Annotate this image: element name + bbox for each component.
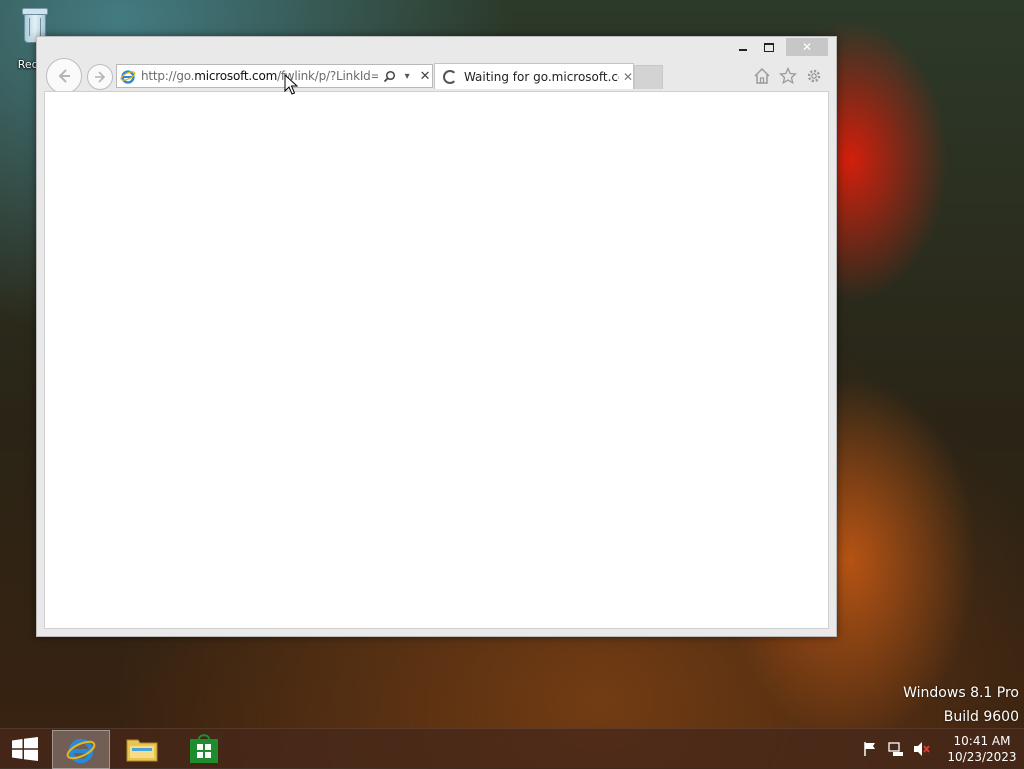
taskbar-file-explorer[interactable] — [114, 730, 170, 767]
stop-button[interactable]: ✕ — [418, 68, 432, 84]
windows-edition: Windows 8.1 Pro — [903, 685, 1019, 701]
page-content-area[interactable] — [44, 91, 829, 629]
home-icon — [754, 67, 770, 84]
favorites-button[interactable] — [778, 66, 798, 86]
tab-title: Waiting for go.microsoft.co... — [463, 69, 619, 84]
minimize-icon — [739, 49, 747, 51]
taskbar-store[interactable] — [176, 730, 232, 767]
browser-toolbar — [752, 66, 824, 86]
volume-button[interactable] — [912, 739, 932, 759]
mouse-cursor-icon — [284, 74, 298, 95]
windows-logo-icon — [12, 737, 38, 761]
maximize-icon — [764, 42, 774, 52]
close-button[interactable]: ✕ — [786, 38, 828, 56]
flag-icon — [864, 742, 875, 756]
favorites-icon — [779, 67, 797, 85]
search-icon — [383, 70, 395, 82]
network-icon — [888, 742, 903, 756]
url-prefix: http://go. — [140, 69, 195, 83]
chevron-down-icon: ▾ — [404, 70, 410, 82]
system-tray: 10:41 AM 10/23/2023 — [860, 729, 1024, 769]
maximize-button[interactable] — [756, 38, 782, 56]
close-icon: ✕ — [801, 40, 813, 54]
address-bar[interactable]: http://go.microsoft.com/fwlink/p/?LinkId… — [116, 64, 433, 88]
loading-spinner-icon — [443, 69, 457, 84]
stop-icon: ✕ — [419, 68, 431, 84]
back-icon — [58, 69, 70, 83]
tools-button[interactable] — [804, 66, 824, 86]
minimize-button[interactable] — [730, 38, 756, 56]
address-dropdown-button[interactable]: ▾ — [400, 69, 414, 83]
windows-build: Build 9600 — [943, 709, 1019, 725]
home-button[interactable] — [752, 66, 772, 86]
search-button[interactable] — [382, 69, 396, 83]
volume-muted-icon — [914, 742, 930, 756]
new-tab-button[interactable] — [634, 65, 663, 89]
explorer-icon — [126, 739, 158, 761]
forward-button[interactable] — [87, 64, 113, 90]
windows-watermark: Windows 8.1 Pro Build 9600 — [903, 681, 1019, 729]
tab-active[interactable]: Waiting for go.microsoft.co... ✕ — [434, 63, 634, 89]
internet-explorer-window: ✕ http://go.microsoft.com/fwlink/p/?Link… — [36, 36, 837, 637]
network-button[interactable] — [886, 739, 906, 759]
action-center-button[interactable] — [860, 739, 880, 759]
back-button[interactable] — [46, 58, 82, 94]
clock-date: 10/23/2023 — [947, 750, 1017, 764]
taskbar-clock[interactable]: 10:41 AM 10/23/2023 — [946, 733, 1018, 765]
forward-icon — [95, 71, 106, 83]
taskbar-internet-explorer[interactable] — [52, 730, 110, 769]
ie-icon — [120, 70, 136, 84]
tools-icon — [807, 69, 821, 83]
url-domain: microsoft.com — [194, 69, 278, 83]
clock-time: 10:41 AM — [953, 734, 1011, 748]
taskbar: 10:41 AM 10/23/2023 — [0, 728, 1024, 769]
tab-close-button[interactable]: ✕ — [623, 70, 633, 84]
address-url[interactable]: http://go.microsoft.com/fwlink/p/?LinkId… — [141, 69, 378, 83]
window-controls: ✕ — [730, 38, 828, 56]
store-icon — [190, 733, 218, 763]
ie-icon — [66, 738, 96, 763]
start-button[interactable] — [12, 737, 38, 761]
